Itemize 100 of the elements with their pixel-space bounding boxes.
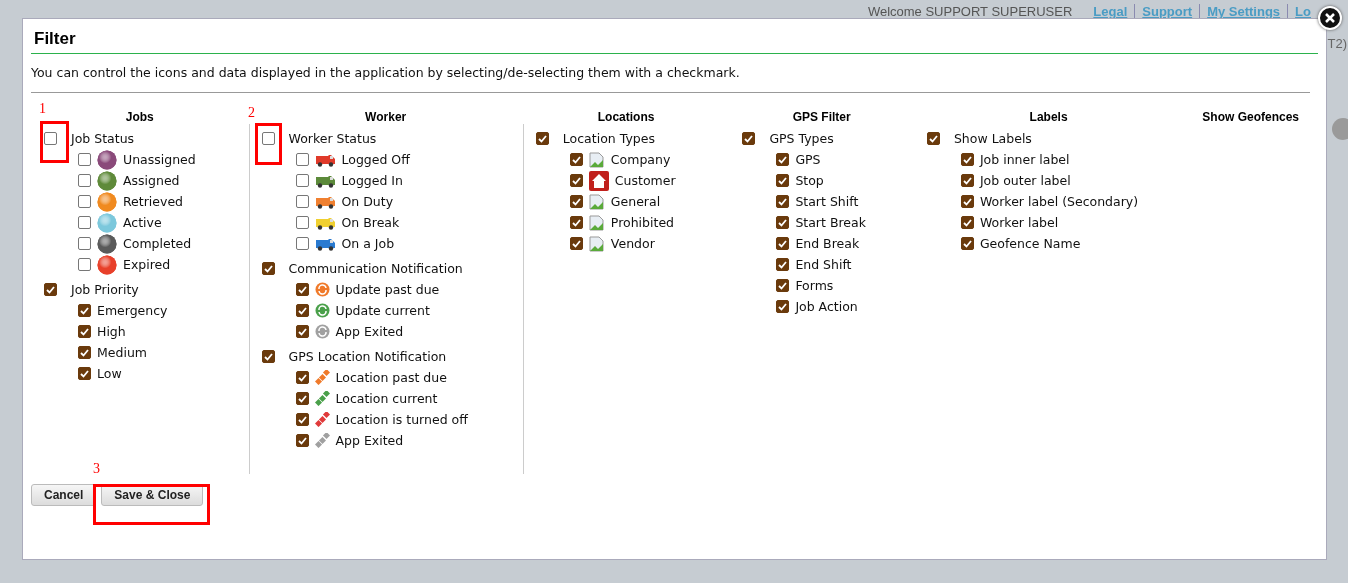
group-label: GPS Location Notification	[288, 349, 447, 364]
broken-image-icon	[588, 235, 605, 252]
option-label: End Break	[795, 236, 860, 251]
annotation-number: 3	[93, 461, 100, 477]
checkbox[interactable]	[78, 174, 91, 187]
background-text: T2)	[1327, 36, 1347, 51]
column-heading: Jobs	[125, 110, 154, 124]
checkbox[interactable]	[535, 132, 549, 145]
checkbox[interactable]	[295, 237, 309, 250]
checkbox[interactable]	[295, 434, 309, 447]
annotation-number: 2	[248, 105, 255, 121]
checkbox[interactable]	[78, 237, 91, 250]
checkbox[interactable]	[295, 216, 309, 229]
option-label: Vendor	[610, 236, 655, 251]
option-label: Job inner label	[979, 152, 1070, 167]
checkbox[interactable]	[78, 153, 91, 166]
broken-image-icon	[588, 193, 605, 210]
checkbox[interactable]	[78, 325, 91, 338]
checkbox[interactable]	[295, 195, 309, 208]
dialog-title: Filter	[31, 29, 1318, 54]
checkbox[interactable]	[261, 262, 275, 275]
checkbox[interactable]	[295, 304, 309, 317]
checkbox[interactable]	[295, 174, 309, 187]
checkbox[interactable]	[78, 304, 91, 317]
option-label: Worker label	[979, 215, 1059, 230]
checkbox[interactable]	[776, 300, 790, 313]
checkbox[interactable]	[960, 237, 974, 250]
option-label: App Exited	[335, 324, 404, 339]
column-heading: Locations	[597, 110, 655, 124]
checkbox[interactable]	[776, 216, 790, 229]
house-icon	[588, 170, 609, 191]
option-label: Location is turned off	[335, 412, 468, 427]
option-label: Expired	[123, 257, 171, 272]
option-label: Emergency	[97, 303, 168, 318]
checkbox[interactable]	[926, 132, 940, 145]
checkbox[interactable]	[776, 279, 790, 292]
column-heading: Labels	[1029, 110, 1068, 124]
option-label: On Duty	[341, 194, 394, 209]
checkbox[interactable]	[569, 153, 583, 166]
checkbox[interactable]	[78, 195, 91, 208]
checkbox[interactable]	[78, 258, 91, 271]
option-label: Geofence Name	[979, 236, 1081, 251]
checkbox[interactable]	[44, 132, 57, 145]
checkbox[interactable]	[569, 195, 583, 208]
checkbox[interactable]	[295, 283, 309, 296]
option-label: Update current	[335, 303, 430, 318]
checkbox[interactable]	[776, 195, 790, 208]
broken-image-icon	[588, 214, 605, 231]
checkbox[interactable]	[569, 174, 583, 187]
checkbox[interactable]	[295, 153, 309, 166]
option-label: Logged Off	[341, 152, 410, 167]
checkbox[interactable]	[78, 367, 91, 380]
group-label: Show Labels	[953, 131, 1032, 146]
group-label: Worker Status	[288, 131, 377, 146]
group-label: Job Priority	[71, 282, 139, 297]
checkbox[interactable]	[295, 371, 309, 384]
checkbox[interactable]	[295, 325, 309, 338]
option-label: Start Shift	[795, 194, 859, 209]
checkbox[interactable]	[776, 153, 790, 166]
checkbox[interactable]	[776, 258, 790, 271]
checkbox[interactable]	[295, 413, 309, 426]
checkbox[interactable]	[960, 195, 974, 208]
checkbox[interactable]	[78, 346, 91, 359]
checkbox[interactable]	[960, 216, 974, 229]
highlight-frame	[40, 121, 69, 163]
option-label: End Shift	[795, 257, 852, 272]
annotation-number: 1	[39, 101, 46, 117]
close-button[interactable]	[1318, 6, 1342, 30]
checkbox[interactable]	[295, 392, 309, 405]
option-label: Job outer label	[979, 173, 1071, 188]
checkbox[interactable]	[960, 174, 974, 187]
header-link[interactable]: Legal	[1086, 4, 1135, 19]
option-label: Assigned	[123, 173, 180, 188]
option-label: Company	[610, 152, 671, 167]
highlight-frame	[255, 123, 282, 165]
checkbox[interactable]	[776, 174, 790, 187]
option-label: Low	[97, 366, 122, 381]
column-heading: Show Geofences	[1202, 110, 1299, 124]
checkbox[interactable]	[776, 237, 790, 250]
checkbox[interactable]	[742, 132, 756, 145]
checkbox[interactable]	[960, 153, 974, 166]
group-label: Location Types	[562, 131, 655, 146]
checkbox[interactable]	[569, 237, 583, 250]
column-heading: GPS Filter	[792, 110, 851, 124]
close-icon	[1325, 13, 1335, 23]
option-label: Stop	[795, 173, 824, 188]
option-label: Completed	[123, 236, 192, 251]
option-label: Update past due	[335, 282, 440, 297]
option-label: High	[97, 324, 126, 339]
option-label: Active	[123, 215, 162, 230]
option-label: Customer	[614, 173, 676, 188]
checkbox[interactable]	[78, 216, 91, 229]
checkbox[interactable]	[44, 283, 57, 296]
description-text: You can control the icons and data displayed in the application by selecting/de-selecting them with a checkmark.	[31, 54, 1310, 93]
checkbox[interactable]	[261, 350, 275, 363]
group-label: Communication Notification	[288, 261, 463, 276]
option-label: Job Action	[795, 299, 858, 314]
checkbox[interactable]	[261, 132, 275, 145]
option-label: Unassigned	[123, 152, 196, 167]
checkbox[interactable]	[569, 216, 583, 229]
